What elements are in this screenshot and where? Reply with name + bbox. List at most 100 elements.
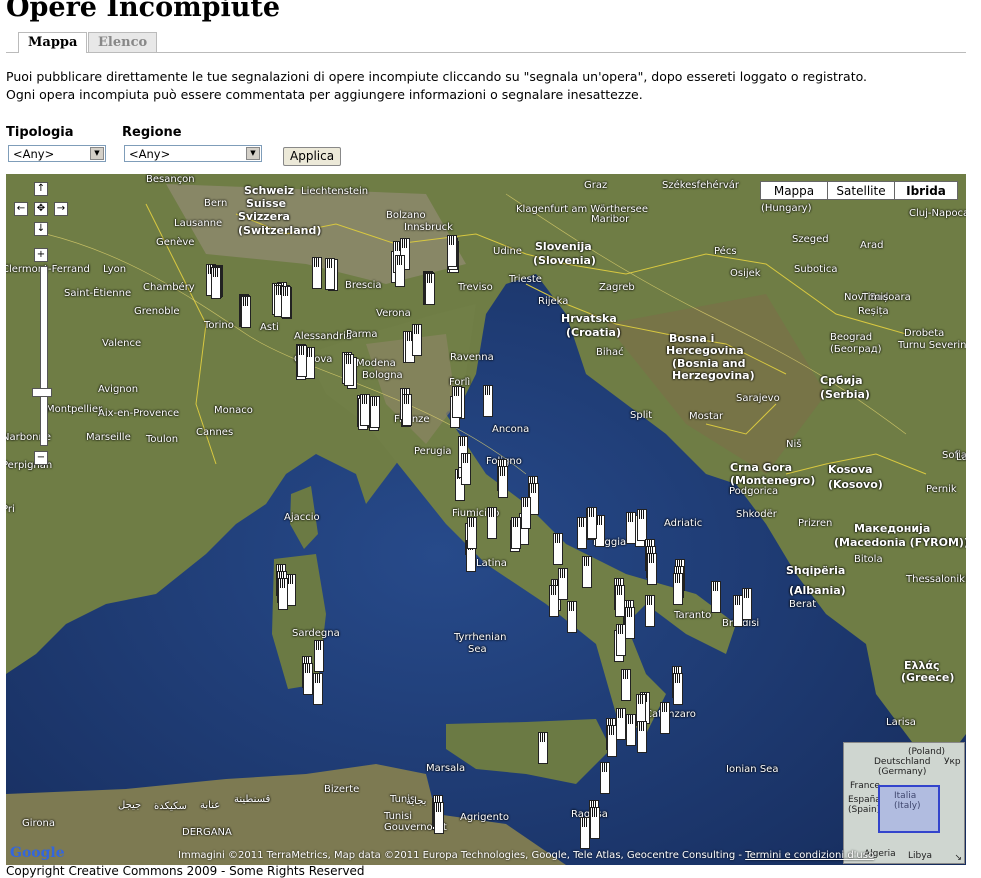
map-label: Trieste: [509, 274, 542, 285]
map-marker[interactable]: [395, 255, 405, 287]
map-marker[interactable]: [511, 517, 521, 549]
map-marker[interactable]: [621, 669, 631, 701]
map-marker[interactable]: [626, 714, 636, 746]
map-marker[interactable]: [626, 512, 636, 544]
map-marker[interactable]: [645, 595, 655, 627]
overview-map[interactable]: (Poland) Deutschland (Germany) France It…: [843, 742, 965, 864]
map-marker[interactable]: [434, 802, 444, 834]
chevron-down-icon[interactable]: ▼: [246, 147, 260, 160]
map-marker[interactable]: [447, 235, 457, 267]
map-marker[interactable]: [616, 708, 626, 740]
pan-center-icon[interactable]: ✥: [34, 202, 48, 216]
maptype-mappa-button[interactable]: Mappa: [760, 181, 828, 200]
map-label: Tunisi: [384, 811, 413, 822]
map-marker[interactable]: [281, 286, 291, 318]
apply-button[interactable]: Applica: [283, 147, 342, 166]
map-marker[interactable]: [452, 386, 462, 418]
map-label: Србија: [820, 374, 863, 387]
overview-viewport[interactable]: [878, 785, 940, 833]
zoom-in-icon[interactable]: +: [34, 248, 48, 262]
map-marker[interactable]: [370, 396, 380, 428]
map-marker[interactable]: [733, 595, 743, 627]
map-marker[interactable]: [558, 568, 568, 600]
map-marker[interactable]: [600, 762, 610, 794]
map-label: عنابة: [200, 800, 221, 811]
tab-mappa[interactable]: Mappa: [18, 32, 88, 53]
map-label: (Serbia): [820, 388, 870, 401]
map-marker[interactable]: [647, 553, 657, 585]
map-marker[interactable]: [278, 578, 288, 610]
tab-elenco[interactable]: Elenco: [88, 32, 158, 52]
map-label: Székesfehérvár: [662, 180, 739, 191]
map-label: Marseille: [86, 432, 131, 443]
map-label: Latina: [476, 558, 507, 569]
map-marker[interactable]: [660, 702, 670, 734]
map-marker[interactable]: [553, 533, 563, 565]
map-marker[interactable]: [211, 267, 221, 299]
pan-right-icon[interactable]: →: [54, 202, 68, 216]
map-label: (Macedonia (FYROM)): [834, 536, 966, 549]
map-marker[interactable]: [297, 345, 307, 377]
map-marker[interactable]: [590, 807, 600, 839]
map-label: Ionian Sea: [726, 764, 779, 775]
map-marker[interactable]: [483, 385, 493, 417]
intro-text: Puoi pubblicare direttamente le tue segn…: [6, 68, 867, 104]
map-marker[interactable]: [577, 517, 587, 549]
map-marker[interactable]: [538, 732, 548, 764]
map-label: Toulon: [146, 434, 179, 445]
zoom-slider-track[interactable]: [40, 266, 48, 446]
pan-down-icon[interactable]: ↓: [34, 222, 48, 236]
zoom-out-icon[interactable]: −: [34, 451, 48, 465]
maptype-satellite-button[interactable]: Satellite: [827, 181, 895, 200]
map-marker[interactable]: [607, 725, 617, 757]
regione-label: Regione: [122, 125, 182, 140]
map-label: Genève: [156, 237, 195, 248]
map-marker[interactable]: [312, 257, 322, 289]
map-marker[interactable]: [521, 497, 531, 529]
pan-left-icon[interactable]: ←: [14, 202, 28, 216]
terms-link[interactable]: Termini e condizioni d'uso: [745, 850, 874, 861]
map-canvas[interactable]: Besançon Schweiz Suisse Svizzera (Switzerlan…: [6, 174, 966, 865]
map-marker[interactable]: [313, 673, 323, 705]
map-marker[interactable]: [412, 324, 422, 356]
map-marker[interactable]: [487, 507, 497, 539]
zoom-slider-handle[interactable]: [32, 388, 52, 397]
map-marker[interactable]: [360, 394, 370, 426]
map-marker[interactable]: [344, 354, 354, 386]
tipologia-select[interactable]: <Any> ▼: [8, 145, 106, 162]
overview-resize-icon[interactable]: ↘: [954, 853, 962, 863]
map-marker[interactable]: [325, 258, 335, 290]
map-marker[interactable]: [580, 817, 590, 849]
chevron-down-icon[interactable]: ▼: [90, 147, 104, 160]
map-marker[interactable]: [673, 573, 683, 605]
map-marker[interactable]: [467, 517, 477, 549]
map-label: Besançon: [146, 174, 195, 185]
map-label: Arad: [860, 240, 884, 251]
map-label: Bihać: [596, 347, 624, 358]
map-marker[interactable]: [616, 624, 626, 656]
map-marker[interactable]: [711, 581, 721, 613]
map-marker[interactable]: [314, 640, 324, 672]
map-marker[interactable]: [461, 453, 471, 485]
map-label: Bizerte: [324, 784, 360, 795]
map-marker[interactable]: [303, 663, 313, 695]
map-marker[interactable]: [549, 585, 559, 617]
map-marker[interactable]: [637, 721, 647, 753]
map-marker[interactable]: [637, 509, 647, 541]
map-marker[interactable]: [498, 466, 508, 498]
map-label: Catanzaro: [645, 709, 696, 720]
map-label: Udine: [493, 246, 522, 257]
pan-up-icon[interactable]: ↑: [34, 182, 48, 196]
map-marker[interactable]: [742, 588, 752, 620]
map-label: Girona: [22, 818, 56, 829]
map-marker[interactable]: [241, 296, 251, 328]
maptype-ibrida-button[interactable]: Ibrida: [894, 181, 958, 200]
map-marker[interactable]: [587, 507, 597, 539]
map-marker[interactable]: [582, 556, 592, 588]
map-marker[interactable]: [402, 394, 412, 426]
map-marker[interactable]: [625, 607, 635, 639]
map-marker[interactable]: [673, 673, 683, 705]
regione-select[interactable]: <Any> ▼: [124, 145, 262, 162]
map-marker[interactable]: [567, 601, 577, 633]
map-marker[interactable]: [425, 273, 435, 305]
